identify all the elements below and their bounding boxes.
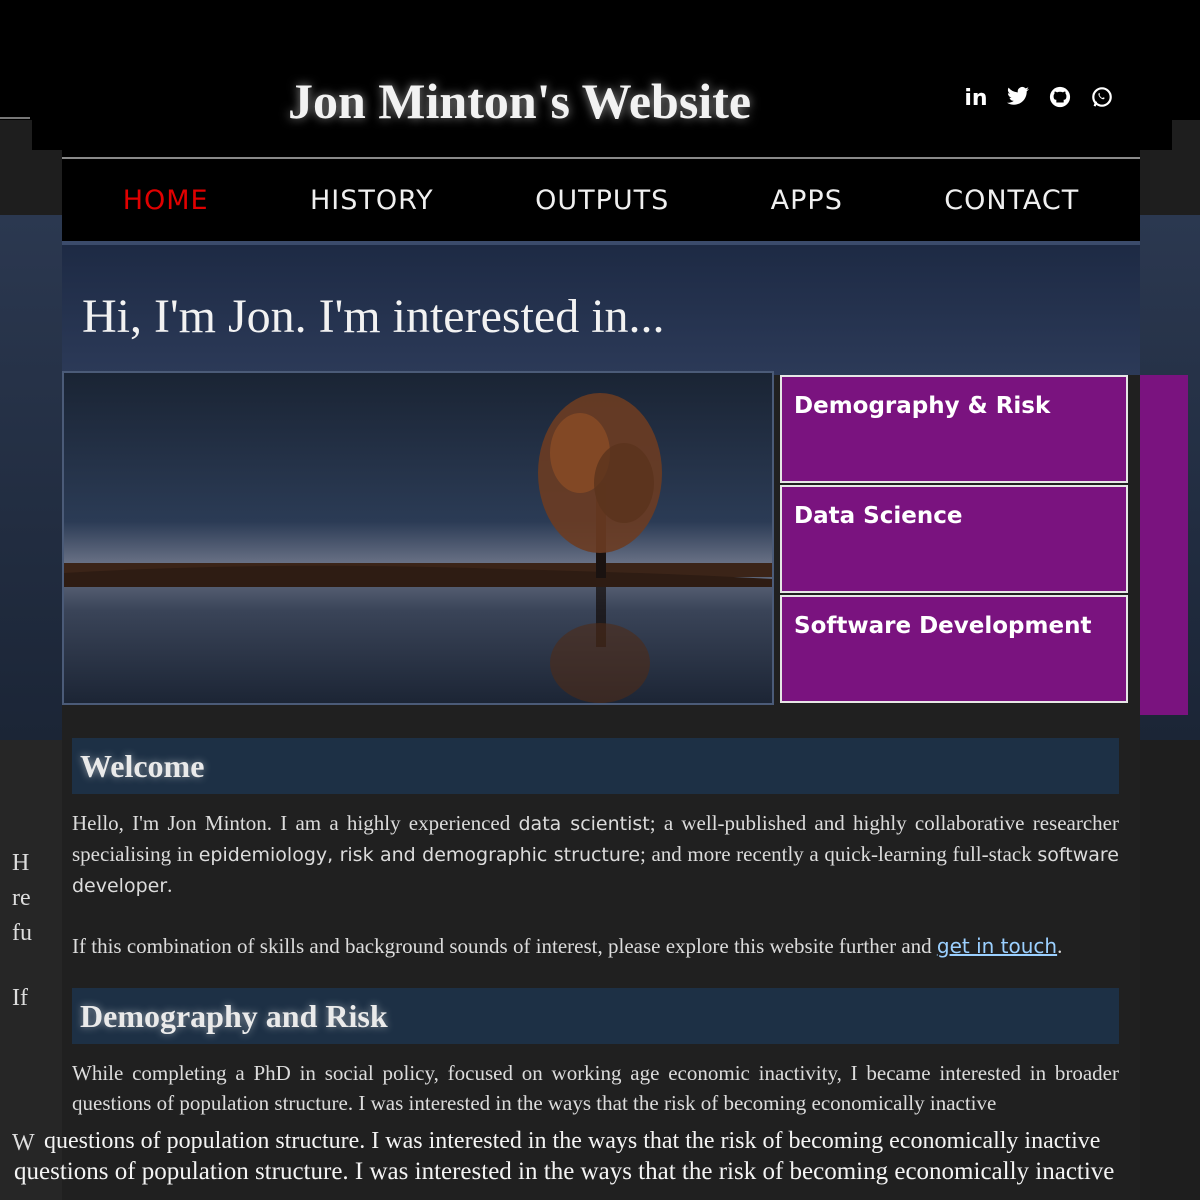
- demography-heading-bar: Demography and Risk: [72, 988, 1119, 1044]
- nav-apps[interactable]: APPS: [771, 185, 843, 216]
- overflow-text-line: questions of population structure. I was…: [44, 1128, 1101, 1154]
- ghost-letter: W: [12, 1130, 35, 1156]
- topic-label: Demography & Risk: [794, 393, 1051, 419]
- nav-history[interactable]: HISTORY: [310, 185, 434, 216]
- demography-heading: Demography and Risk: [80, 998, 388, 1034]
- twitter-icon[interactable]: [1006, 86, 1030, 114]
- hero-banner: Hi, I'm Jon. I'm interested in...: [62, 241, 1140, 375]
- ghost-right-strip: [1140, 375, 1188, 715]
- demography-section: Demography and Risk While completing a P…: [72, 988, 1119, 1118]
- ghost-letter: re: [12, 885, 31, 911]
- nav-contact[interactable]: CONTACT: [944, 185, 1079, 216]
- site-title[interactable]: Jon Minton's Website: [288, 72, 751, 130]
- page-container: Jon Minton's Website in HOME HISTORY OUT…: [62, 42, 1140, 1200]
- demography-paragraph: While completing a PhD in social policy,…: [72, 1061, 1119, 1115]
- ghost-letter: H: [12, 850, 30, 876]
- get-in-touch-link[interactable]: get in touch: [937, 934, 1057, 958]
- topic-demography[interactable]: Demography & Risk: [780, 375, 1128, 483]
- nav-outputs[interactable]: OUTPUTS: [535, 185, 669, 216]
- welcome-paragraph-2: If this combination of skills and backgr…: [72, 934, 1063, 958]
- ghost-letter: If: [12, 985, 28, 1011]
- welcome-heading-bar: Welcome: [72, 738, 1119, 794]
- overflow-text-line: questions of population structure. I was…: [14, 1158, 1115, 1185]
- interest-topics: Demography & Risk Data Science Software …: [780, 375, 1128, 705]
- social-links: in: [964, 86, 1114, 114]
- site-header: Jon Minton's Website in: [62, 42, 1140, 157]
- topic-data-science[interactable]: Data Science: [780, 485, 1128, 593]
- welcome-paragraph-1: Hello, I'm Jon Minton. I am a highly exp…: [72, 811, 1119, 897]
- welcome-section: Welcome Hello, I'm Jon Minton. I am a hi…: [72, 738, 1119, 961]
- highlight-data-scientist: data scientist: [518, 813, 650, 835]
- ghost-letter: fu: [12, 920, 32, 946]
- topic-label: Software Development: [794, 613, 1092, 639]
- hero-title: Hi, I'm Jon. I'm interested in...: [82, 290, 665, 343]
- whatsapp-icon[interactable]: [1090, 86, 1114, 114]
- nav-home[interactable]: HOME: [123, 185, 209, 216]
- main-nav: HOME HISTORY OUTPUTS APPS CONTACT: [62, 159, 1140, 241]
- linkedin-icon[interactable]: in: [964, 86, 988, 114]
- highlight-epidemiology: epidemiology, risk and demographic struc…: [198, 844, 641, 866]
- ghost-divider: [0, 117, 30, 119]
- topic-label: Data Science: [794, 503, 963, 529]
- github-icon[interactable]: [1048, 86, 1072, 114]
- welcome-heading: Welcome: [80, 748, 205, 784]
- hero-image-tree: [62, 371, 774, 705]
- topic-software-development[interactable]: Software Development: [780, 595, 1128, 703]
